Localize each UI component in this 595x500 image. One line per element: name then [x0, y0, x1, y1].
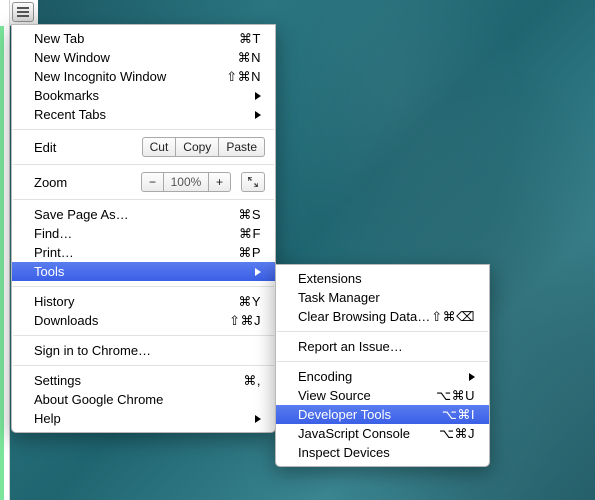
chevron-right-icon — [255, 415, 261, 423]
menu-item-new-window[interactable]: New Window ⌘N — [12, 48, 275, 67]
zoom-out-button[interactable]: − — [141, 172, 164, 192]
zoom-button-group: − 100% + — [141, 172, 231, 192]
menu-item-label: Zoom — [34, 175, 141, 190]
hamburger-icon — [17, 7, 29, 17]
menu-edit-row: Edit Cut Copy Paste — [12, 135, 275, 159]
menu-item-settings[interactable]: Settings ⌘, — [12, 371, 275, 390]
menu-item-shortcut: ⌘Y — [238, 294, 261, 310]
menu-item-label: Inspect Devices — [298, 445, 475, 460]
menu-item-history[interactable]: History ⌘Y — [12, 292, 275, 311]
paste-button[interactable]: Paste — [219, 137, 265, 157]
menu-item-signin[interactable]: Sign in to Chrome… — [12, 341, 275, 360]
menu-separator — [13, 164, 274, 165]
menu-item-find[interactable]: Find… ⌘F — [12, 224, 275, 243]
chrome-menu-button[interactable] — [12, 2, 34, 22]
minus-icon: − — [149, 175, 156, 189]
menu-item-shortcut: ⌘P — [238, 245, 261, 261]
menu-item-downloads[interactable]: Downloads ⇧⌘J — [12, 311, 275, 330]
menu-item-new-tab[interactable]: New Tab ⌘T — [12, 29, 275, 48]
menu-item-label: Settings — [34, 373, 243, 388]
menu-item-label: Clear Browsing Data… — [298, 309, 431, 324]
chevron-right-icon — [255, 268, 261, 276]
cut-button[interactable]: Cut — [142, 137, 177, 157]
menu-item-shortcut: ⌥⌘U — [436, 388, 475, 404]
chevron-right-icon — [255, 111, 261, 119]
submenu-item-task-manager[interactable]: Task Manager — [276, 288, 489, 307]
menu-separator — [277, 361, 488, 362]
menu-item-shortcut: ⇧⌘J — [229, 313, 261, 329]
menu-item-label: Extensions — [298, 271, 475, 286]
menu-item-shortcut: ⌘F — [239, 226, 261, 242]
window-left-edge — [0, 0, 10, 500]
menu-item-tools[interactable]: Tools — [12, 262, 275, 281]
menu-item-label: Developer Tools — [298, 407, 442, 422]
plus-icon: + — [216, 175, 223, 189]
menu-item-shortcut: ⌘S — [238, 207, 261, 223]
menu-separator — [13, 365, 274, 366]
menu-item-label: Save Page As… — [34, 207, 238, 222]
menu-item-shortcut: ⇧⌘N — [226, 69, 261, 85]
menu-item-label: Tools — [34, 264, 255, 279]
menu-item-shortcut: ⌥⌘I — [442, 407, 475, 423]
menu-separator — [277, 331, 488, 332]
chevron-right-icon — [469, 373, 475, 381]
menu-item-label: Task Manager — [298, 290, 475, 305]
menu-item-label: Report an Issue… — [298, 339, 475, 354]
menu-separator — [13, 286, 274, 287]
submenu-item-extensions[interactable]: Extensions — [276, 269, 489, 288]
menu-item-save-as[interactable]: Save Page As… ⌘S — [12, 205, 275, 224]
menu-separator — [13, 199, 274, 200]
menu-item-recent-tabs[interactable]: Recent Tabs — [12, 105, 275, 124]
menu-item-new-incognito[interactable]: New Incognito Window ⇧⌘N — [12, 67, 275, 86]
submenu-item-developer-tools[interactable]: Developer Tools ⌥⌘I — [276, 405, 489, 424]
menu-item-label: New Tab — [34, 31, 239, 46]
menu-item-label: About Google Chrome — [34, 392, 261, 407]
menu-item-help[interactable]: Help — [12, 409, 275, 428]
button-label: Paste — [226, 140, 257, 154]
menu-item-label: New Incognito Window — [34, 69, 226, 84]
menu-zoom-row: Zoom − 100% + — [12, 170, 275, 194]
menu-item-print[interactable]: Print… ⌘P — [12, 243, 275, 262]
submenu-item-view-source[interactable]: View Source ⌥⌘U — [276, 386, 489, 405]
menu-item-label: Print… — [34, 245, 238, 260]
menu-item-label: Sign in to Chrome… — [34, 343, 261, 358]
button-label: Cut — [150, 140, 169, 154]
menu-item-label: Edit — [34, 140, 142, 155]
menu-item-label: History — [34, 294, 238, 309]
menu-item-label: JavaScript Console — [298, 426, 439, 441]
menu-item-bookmarks[interactable]: Bookmarks — [12, 86, 275, 105]
fullscreen-button[interactable] — [241, 172, 265, 192]
button-label: Copy — [183, 140, 211, 154]
chevron-right-icon — [255, 92, 261, 100]
zoom-in-button[interactable]: + — [208, 172, 231, 192]
menu-item-shortcut: ⌘N — [238, 50, 261, 66]
menu-item-shortcut: ⌘, — [243, 373, 261, 389]
menu-item-label: Bookmarks — [34, 88, 255, 103]
menu-item-shortcut: ⌥⌘J — [439, 426, 475, 442]
menu-item-about[interactable]: About Google Chrome — [12, 390, 275, 409]
menu-item-shortcut: ⇧⌘⌫ — [431, 309, 475, 325]
submenu-item-inspect-devices[interactable]: Inspect Devices — [276, 443, 489, 462]
submenu-item-report-issue[interactable]: Report an Issue… — [276, 337, 489, 356]
tools-submenu: Extensions Task Manager Clear Browsing D… — [275, 264, 490, 467]
fullscreen-icon — [248, 177, 258, 187]
menu-separator — [13, 335, 274, 336]
menu-item-shortcut: ⌘T — [239, 31, 261, 47]
menu-item-label: Recent Tabs — [34, 107, 255, 122]
menu-item-label: Help — [34, 411, 255, 426]
submenu-item-clear-data[interactable]: Clear Browsing Data… ⇧⌘⌫ — [276, 307, 489, 326]
menu-item-label: Find… — [34, 226, 239, 241]
menu-separator — [13, 129, 274, 130]
menu-item-label: View Source — [298, 388, 436, 403]
menu-item-label: Downloads — [34, 313, 229, 328]
submenu-item-encoding[interactable]: Encoding — [276, 367, 489, 386]
edit-button-group: Cut Copy Paste — [142, 137, 265, 157]
copy-button[interactable]: Copy — [176, 137, 219, 157]
submenu-item-js-console[interactable]: JavaScript Console ⌥⌘J — [276, 424, 489, 443]
menu-item-label: New Window — [34, 50, 238, 65]
chrome-main-menu: New Tab ⌘T New Window ⌘N New Incognito W… — [11, 24, 276, 433]
zoom-value: 100% — [164, 172, 208, 192]
menu-item-label: Encoding — [298, 369, 469, 384]
